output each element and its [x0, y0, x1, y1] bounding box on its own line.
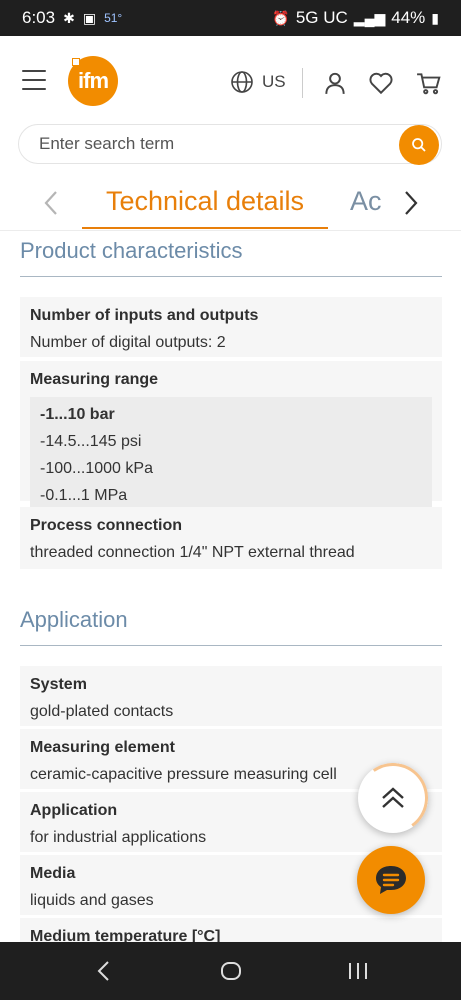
region-label: US: [262, 72, 286, 91]
status-bar: 6:03 ✱ ▣ 51° ⏰ 5G UC ▂▄▆ 44% ▮: [0, 0, 461, 36]
spec-value: gold-plated contacts: [30, 703, 174, 720]
chevron-right-icon[interactable]: [400, 190, 424, 216]
cart-icon[interactable]: [416, 70, 442, 96]
status-network: 5G UC: [295, 8, 348, 27]
section-rule: [20, 276, 442, 277]
back-icon: [97, 961, 109, 981]
site-header: ifm US: [0, 36, 461, 176]
section-title-product-characteristics: Product characteristics: [20, 238, 243, 263]
spec-label: System: [30, 676, 87, 693]
spec-label: Measuring element: [30, 739, 175, 756]
signal-icon: ▂▄▆: [353, 9, 386, 26]
spec-value: for industrial applications: [30, 829, 207, 846]
tab-technical-details[interactable]: Technical details: [82, 186, 328, 229]
logo-text: ifm: [78, 68, 109, 93]
nav-back-button[interactable]: [84, 951, 124, 991]
spec-row: Number of inputs and outputs Number of d…: [20, 297, 442, 357]
chat-button[interactable]: [357, 846, 425, 914]
search-button[interactable]: [399, 125, 439, 165]
nav-recents-button[interactable]: [338, 951, 378, 991]
spec-label: Number of inputs and outputs: [30, 307, 259, 324]
search-input[interactable]: [19, 134, 379, 154]
range-value: -100...1000 kPa: [40, 460, 153, 477]
search-bar: [18, 124, 442, 165]
section-rule: [20, 645, 442, 646]
search-icon: [412, 138, 426, 152]
spec-value: threaded connection 1/4" NPT external th…: [30, 544, 355, 561]
measuring-range-values: -1...10 bar -14.5...145 psi -100...1000 …: [30, 397, 432, 513]
scroll-to-top-button[interactable]: [352, 757, 434, 839]
range-value: -0.1...1 MPa: [40, 487, 128, 504]
tabs-divider: [0, 230, 461, 231]
brand-logo[interactable]: ifm: [68, 56, 118, 106]
spec-row: Process connection threaded connection 1…: [20, 507, 442, 569]
spec-label: Measuring range: [30, 371, 159, 388]
heart-icon[interactable]: [368, 70, 394, 96]
spec-label: Process connection: [30, 517, 183, 534]
recents-icon: [348, 963, 367, 979]
user-icon[interactable]: [322, 70, 348, 96]
range-value: -1...10 bar: [40, 406, 115, 423]
chevron-left-icon[interactable]: [40, 190, 64, 216]
globe-icon: [231, 71, 253, 93]
product-tabs: Technical details Ac: [0, 176, 461, 232]
nav-home-button[interactable]: [211, 951, 251, 991]
battery-icon: ▮: [431, 9, 439, 26]
status-temperature: 51°: [104, 11, 123, 25]
chat-icon: [376, 866, 406, 894]
spec-value: Number of digital outputs: 2: [30, 334, 226, 351]
logo-dot: [72, 58, 80, 66]
status-time: 6:03: [22, 8, 56, 27]
section-title-application: Application: [20, 607, 128, 632]
image-icon: ▣: [82, 9, 97, 26]
range-value: -14.5...145 psi: [40, 433, 142, 450]
region-selector[interactable]: US: [230, 70, 286, 94]
spec-row: Measuring range -1...10 bar -14.5...145 …: [20, 361, 442, 513]
hamburger-icon[interactable]: [22, 70, 46, 90]
spec-row: System gold-plated contacts: [20, 666, 442, 726]
home-icon: [220, 962, 241, 980]
notification-icon: ✱: [63, 9, 75, 26]
alarm-icon: ⏰: [272, 9, 290, 26]
tab-accessories[interactable]: Ac: [350, 186, 382, 217]
system-navigation-bar: [0, 942, 461, 1000]
header-divider: [302, 68, 303, 98]
status-battery: 44%: [391, 8, 426, 27]
